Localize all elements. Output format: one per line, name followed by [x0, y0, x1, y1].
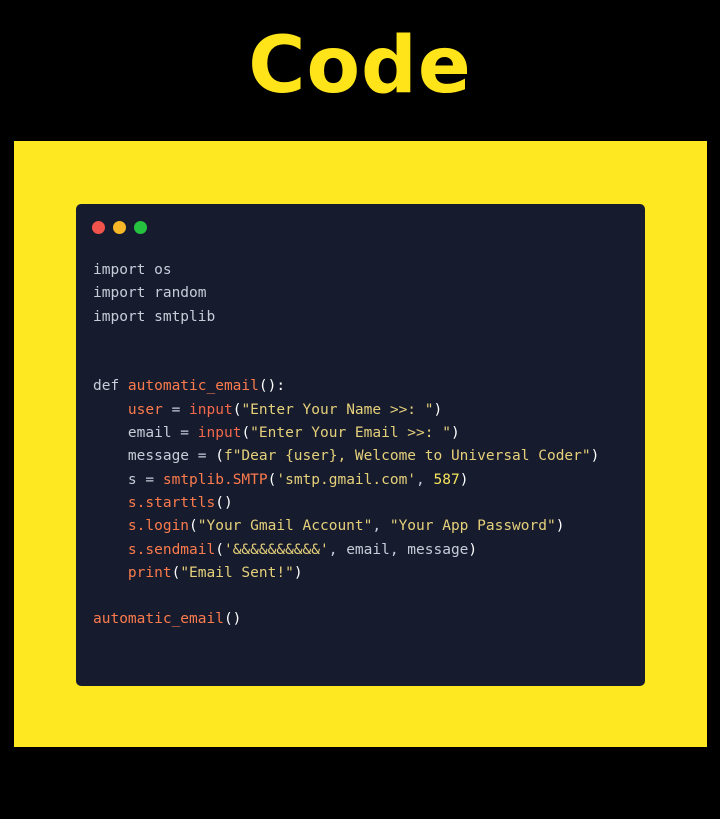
code-line: print("Email Sent!") [93, 562, 645, 585]
code-token: ) [590, 448, 600, 465]
code-token: 587 [433, 471, 460, 488]
code-token: input [197, 425, 242, 442]
code-token: input [189, 401, 233, 418]
code-token: ) [459, 471, 469, 488]
code-token: ( [189, 518, 198, 535]
page-title: Code [248, 21, 472, 111]
code-token: 'smtp.gmail.com' [276, 471, 417, 488]
code-line: automatic_email() [93, 608, 645, 631]
code-token: , [416, 471, 434, 488]
close-dot-icon[interactable] [92, 221, 105, 234]
code-token: = [171, 425, 198, 442]
code-line: s.starttls() [93, 492, 645, 515]
code-token: ) [433, 401, 443, 418]
code-token: smtplib.SMTP [162, 471, 268, 488]
code-token: import random [93, 285, 207, 302]
code-line: import os [93, 259, 645, 282]
code-token: , [372, 518, 390, 535]
code-line: s.sendmail('&&&&&&&&&&', email, message) [93, 539, 645, 562]
code-token: ( [171, 564, 181, 581]
code-token: = [162, 401, 190, 418]
code-token: s.starttls [127, 494, 216, 511]
code-token: s.sendmail [127, 541, 216, 558]
code-token: () [215, 494, 233, 511]
code-token: s.login [127, 518, 190, 535]
code-token: import smtplib [93, 308, 216, 325]
minimize-dot-icon[interactable] [113, 221, 126, 234]
code-token: s [127, 471, 137, 488]
code-line: email = input("Enter Your Email >>: ") [93, 422, 645, 445]
code-token: '&&&&&&&&&&' [223, 541, 329, 558]
code-token: def [93, 378, 128, 395]
code-line: s.login("Your Gmail Account", "Your App … [93, 515, 645, 538]
code-line: import random [93, 282, 645, 305]
code-line: def automatic_email(): [93, 375, 645, 398]
code-line: s = smtplib.SMTP('smtp.gmail.com', 587) [93, 469, 645, 492]
code-token: (): [258, 378, 286, 395]
code-token: ( [215, 541, 224, 558]
code-token: "Your App Password" [389, 518, 556, 535]
code-token: automatic_email [93, 611, 224, 628]
code-token: , email, message [328, 541, 469, 558]
code-token: ) [468, 541, 478, 558]
code-token: automatic_email [127, 378, 259, 395]
code-token: print [127, 564, 172, 581]
code-token: "Email Sent!" [180, 564, 294, 581]
code-token: "Enter Your Name >>: " [241, 401, 434, 418]
code-window: import os import random import smtplib def … [76, 204, 645, 686]
code-block: import os import random import smtplib def … [93, 259, 645, 632]
code-token: "Your Gmail Account" [197, 518, 373, 535]
code-token: ( [241, 425, 251, 442]
code-token: ( [215, 448, 224, 465]
code-token: () [223, 611, 242, 628]
code-token: message [127, 448, 190, 465]
code-token: ) [293, 564, 303, 581]
maximize-dot-icon[interactable] [134, 221, 147, 234]
code-token: f"Dear {user}, Welcome to Universal Code… [223, 448, 591, 465]
code-token: ) [450, 425, 460, 442]
code-token: = [189, 448, 216, 465]
code-token: import os [93, 262, 172, 278]
code-token: = [136, 471, 163, 488]
code-line: user = input("Enter Your Name >>: ") [93, 399, 645, 422]
code-token: email [127, 425, 172, 442]
code-token: "Enter Your Email >>: " [250, 425, 451, 442]
code-token: user [127, 401, 163, 418]
code-token: ) [555, 518, 565, 535]
code-line: import smtplib [93, 306, 645, 329]
code-line: message = (f"Dear {user}, Welcome to Uni… [93, 445, 645, 468]
